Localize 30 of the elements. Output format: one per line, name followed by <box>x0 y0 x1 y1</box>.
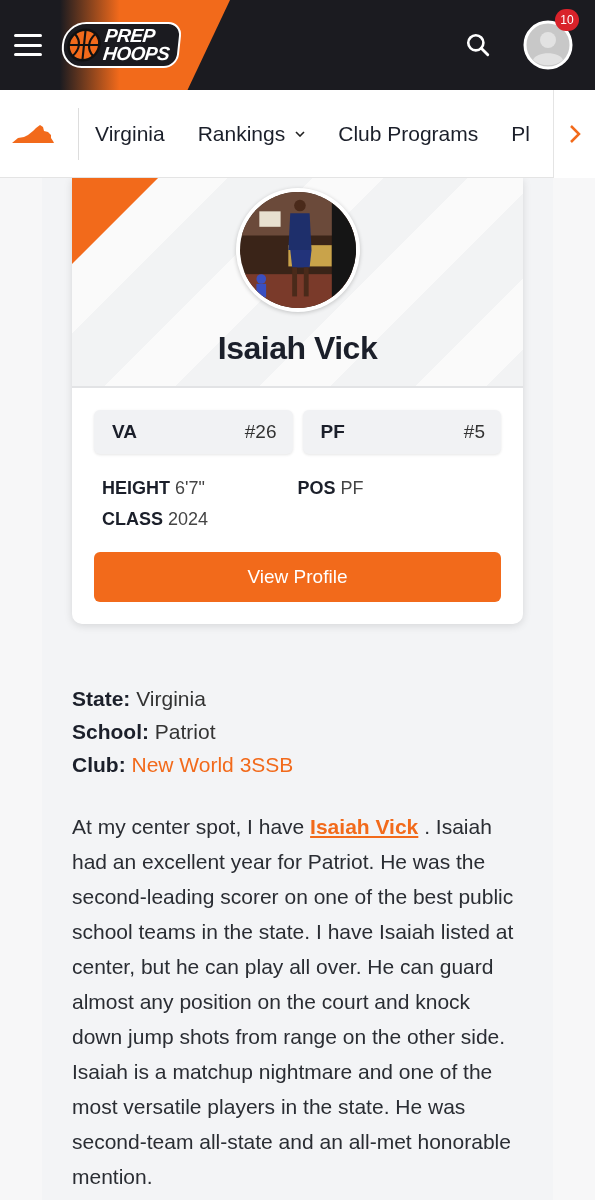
search-icon[interactable] <box>465 32 491 58</box>
nav-link[interactable]: Rankings <box>197 121 306 146</box>
nav-link[interactable]: Pl <box>511 121 530 146</box>
logo-text: PREP <box>104 27 157 45</box>
stat-text: HEIGHT 6'7" <box>102 478 206 499</box>
rank-label: VA <box>112 421 137 443</box>
info-label: State: <box>72 687 131 710</box>
stat-text: POS PF <box>297 478 365 499</box>
article-paragraph: At my center spot, I have Isaiah Vick . Isaiah had an excellent year for Patriot. He was the second-leading scorer on one of the best public school teams in the state. I have Isaiah listed at center, but he can play all over. He can guard almost any position on the court and knock down jump shots from range on the other side. Isaiah is a matchup nightmare and one of the most versatile players in the state. He was second-team all-state and an all-met honorable mention. <box>72 814 515 1190</box>
logo[interactable]: PREP HOOPS <box>59 22 183 68</box>
caret-icon <box>295 130 306 137</box>
info-label: School: <box>72 720 149 743</box>
state-map-icon[interactable] <box>12 123 56 144</box>
chevron-right-icon <box>568 123 581 144</box>
info-value: Virginia <box>136 687 206 710</box>
corner-stripe-icon <box>72 178 160 266</box>
rank-number: #26 <box>244 421 277 443</box>
scroll-right-button[interactable] <box>553 89 595 178</box>
nav-link[interactable]: Club Programs <box>338 121 479 146</box>
stat-text: CLASS 2024 <box>102 509 210 530</box>
notification-badge: 10 <box>555 9 579 31</box>
nav-link[interactable]: Virginia <box>95 121 165 146</box>
menu-icon[interactable] <box>14 34 42 56</box>
info-value: Patriot <box>154 720 216 743</box>
logo-text: HOOPS <box>102 45 171 63</box>
basketball-icon <box>65 28 103 62</box>
player-name: Isaiah Vick <box>217 330 378 367</box>
rank-number: #5 <box>463 421 485 443</box>
info-label: Club: <box>72 753 126 776</box>
rank-label: PF <box>320 421 345 443</box>
